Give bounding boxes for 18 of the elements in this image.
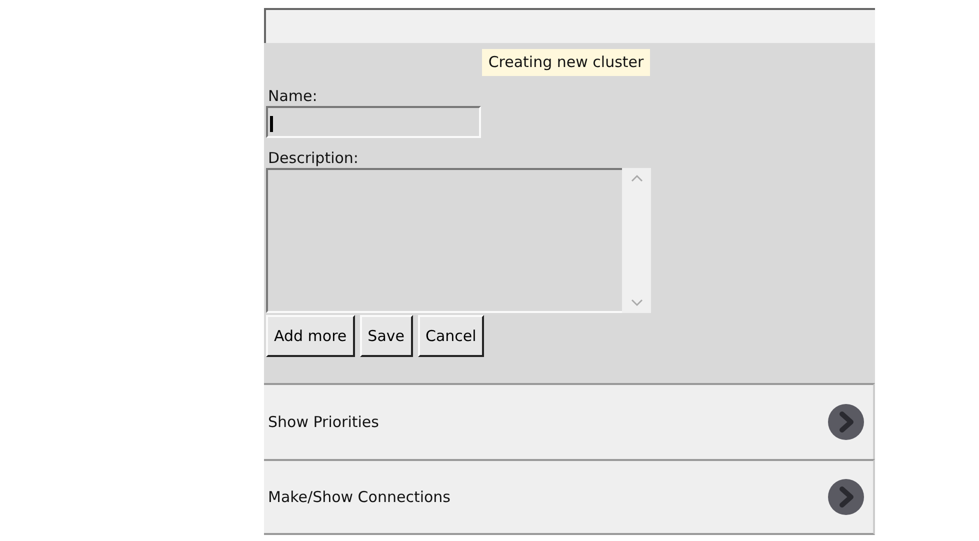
section-label: Show Priorities xyxy=(268,412,379,433)
text-cursor xyxy=(270,116,273,132)
description-field[interactable] xyxy=(266,168,622,312)
arrow-circle-icon[interactable] xyxy=(827,403,865,441)
scroll-down-icon[interactable] xyxy=(630,298,642,306)
scrollbar[interactable] xyxy=(622,168,651,312)
section-label: Make/Show Connections xyxy=(268,486,450,508)
field-label: Description: xyxy=(267,148,360,168)
scroll-up-icon[interactable] xyxy=(630,174,642,182)
field-label: Name: xyxy=(267,86,318,106)
section-row[interactable]: Show Priorities xyxy=(264,383,875,459)
section-row[interactable]: Make/Show Connections xyxy=(264,459,875,535)
form-button[interactable]: Save xyxy=(360,314,412,356)
form-button[interactable]: Cancel xyxy=(418,314,484,356)
arrow-circle-icon[interactable] xyxy=(827,478,865,516)
form-button[interactable]: Add more xyxy=(266,314,355,356)
tooltip: Creating new cluster xyxy=(482,49,650,76)
name-field[interactable] xyxy=(266,106,481,138)
